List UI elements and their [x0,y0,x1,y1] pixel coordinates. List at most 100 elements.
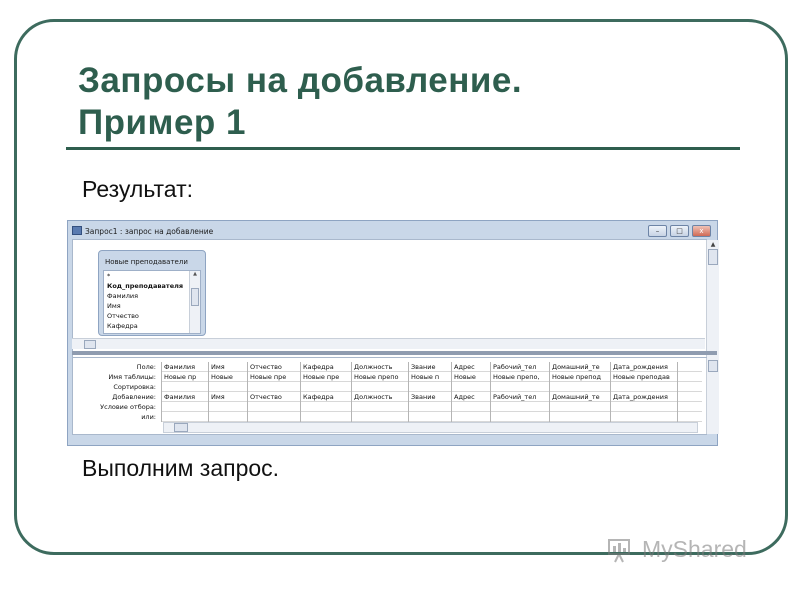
grid-cell-or[interactable] [162,412,208,422]
grid-cell-field[interactable]: Рабочий_тел [491,362,549,372]
watermark-text: MyShared [642,536,747,562]
grid-cell-criteria[interactable] [550,402,610,412]
grid-cell-table[interactable]: Новые [452,372,490,382]
maximize-button[interactable]: □ [670,225,689,237]
presentation-icon [606,537,638,563]
grid-cell-field[interactable]: Имя [209,362,247,372]
grid-cell-criteria[interactable] [491,402,549,412]
grid-cell-or[interactable] [452,412,490,422]
scroll-thumb[interactable] [708,360,718,372]
scroll-up-icon[interactable]: ▲ [190,271,200,277]
grid-cell-table[interactable]: Новые препод [550,372,610,382]
grid-cell-table[interactable]: Новые пре [248,372,300,382]
grid-cell-or[interactable] [248,412,300,422]
grid-cell-or[interactable] [352,412,408,422]
grid-cell-or[interactable] [409,412,451,422]
pane-splitter[interactable] [72,351,717,355]
grid-cell-append[interactable]: Кафедра [301,392,351,402]
field-list-item[interactable]: Фамилия [104,291,200,301]
grid-cell-or[interactable] [209,412,247,422]
scroll-thumb[interactable] [174,423,188,432]
grid-cell-or[interactable] [550,412,610,422]
field-list-item[interactable]: Отчество [104,311,200,321]
design-grid[interactable]: Поле: Имя таблицы: Сортировка: Добавлени… [72,357,719,435]
close-button[interactable]: x [692,225,711,237]
table-pane-vertical-scrollbar[interactable]: ▲ [706,240,719,358]
grid-cell-or[interactable] [491,412,549,422]
grid-cell-sort[interactable] [409,382,451,392]
grid-cell-sort[interactable] [550,382,610,392]
grid-vertical-scrollbar[interactable] [706,358,719,434]
scroll-thumb[interactable] [84,340,96,349]
field-list-item[interactable]: * [104,271,200,281]
grid-cell-field[interactable] [678,362,702,372]
query-window: Запрос1 : запрос на добавление – □ x Нов… [67,220,719,446]
grid-cell-table[interactable]: Новые препо, [491,372,549,382]
grid-cell-sort[interactable] [209,382,247,392]
scroll-thumb[interactable] [708,249,718,265]
grid-cell-table[interactable]: Новые [209,372,247,382]
grid-column: Рабочий_тел Новые препо, Рабочий_тел [490,362,549,422]
grid-cell-field[interactable]: Дата_рождения [611,362,677,372]
grid-cell-append[interactable]: Фамилия [162,392,208,402]
grid-cell-append[interactable]: Имя [209,392,247,402]
slide-title: Запросы на добавление. Пример 1 [78,60,522,144]
grid-cell-sort[interactable] [678,382,702,392]
grid-cell-field[interactable]: Должность [352,362,408,372]
grid-cell-append[interactable] [678,392,702,402]
grid-cell-sort[interactable] [452,382,490,392]
grid-cell-sort[interactable] [248,382,300,392]
field-list-item[interactable]: Имя [104,301,200,311]
grid-cell-field[interactable]: Звание [409,362,451,372]
grid-cell-field[interactable]: Отчество [248,362,300,372]
grid-cell-table[interactable]: Новые пр [162,372,208,382]
field-list[interactable]: * Код_преподавателя Фамилия Имя Отчество… [103,270,201,334]
field-list-item[interactable]: Кафедра [104,321,200,331]
grid-cell-sort[interactable] [162,382,208,392]
grid-cell-criteria[interactable] [248,402,300,412]
scroll-up-icon[interactable]: ▲ [707,240,719,249]
grid-cell-sort[interactable] [491,382,549,392]
grid-cell-criteria[interactable] [409,402,451,412]
grid-cell-append[interactable]: Адрес [452,392,490,402]
grid-cell-criteria[interactable] [611,402,677,412]
grid-cell-criteria[interactable] [162,402,208,412]
grid-cell-field[interactable]: Фамилия [162,362,208,372]
grid-cell-or[interactable] [301,412,351,422]
grid-cell-table[interactable]: Новые пре [301,372,351,382]
grid-cell-criteria[interactable] [209,402,247,412]
grid-cell-sort[interactable] [301,382,351,392]
grid-cell-append[interactable]: Домашний_те [550,392,610,402]
table-pane-horizontal-scrollbar[interactable] [72,338,705,349]
grid-horizontal-scrollbar[interactable] [163,422,698,433]
grid-cell-field[interactable]: Кафедра [301,362,351,372]
grid-cell-append[interactable]: Рабочий_тел [491,392,549,402]
table-box-new-teachers[interactable]: Новые преподаватели * Код_преподавателя … [98,250,206,336]
grid-cell-table[interactable] [678,372,702,382]
row-label-sort: Сортировка: [113,383,156,391]
grid-cell-field[interactable]: Домашний_те [550,362,610,372]
grid-cell-append[interactable]: Дата_рождения [611,392,677,402]
grid-cell-table[interactable]: Новые п [409,372,451,382]
grid-cell-criteria[interactable] [452,402,490,412]
grid-cell-append[interactable]: Должность [352,392,408,402]
grid-cell-sort[interactable] [611,382,677,392]
grid-cell-sort[interactable] [352,382,408,392]
minimize-button[interactable]: – [648,225,667,237]
grid-cell-append[interactable]: Отчество [248,392,300,402]
scroll-thumb[interactable] [191,288,199,306]
grid-cell-criteria[interactable] [678,402,702,412]
grid-cell-or[interactable] [611,412,677,422]
grid-cell-table[interactable]: Новые препо [352,372,408,382]
field-list-scrollbar[interactable]: ▲ [189,271,200,333]
grid-cell-or[interactable] [678,412,702,422]
grid-cell-criteria[interactable] [352,402,408,412]
grid-cell-table[interactable]: Новые преподав [611,372,677,382]
grid-cell-field[interactable]: Адрес [452,362,490,372]
field-list-item-key[interactable]: Код_преподавателя [104,281,200,291]
grid-cell-criteria[interactable] [301,402,351,412]
row-label-criteria: Условие отбора: [100,403,156,411]
grid-cell-append[interactable]: Звание [409,392,451,402]
grid-column: Дата_рождения Новые преподав Дата_рождения [610,362,677,422]
slide-title-line1: Запросы на добавление. [78,61,523,100]
